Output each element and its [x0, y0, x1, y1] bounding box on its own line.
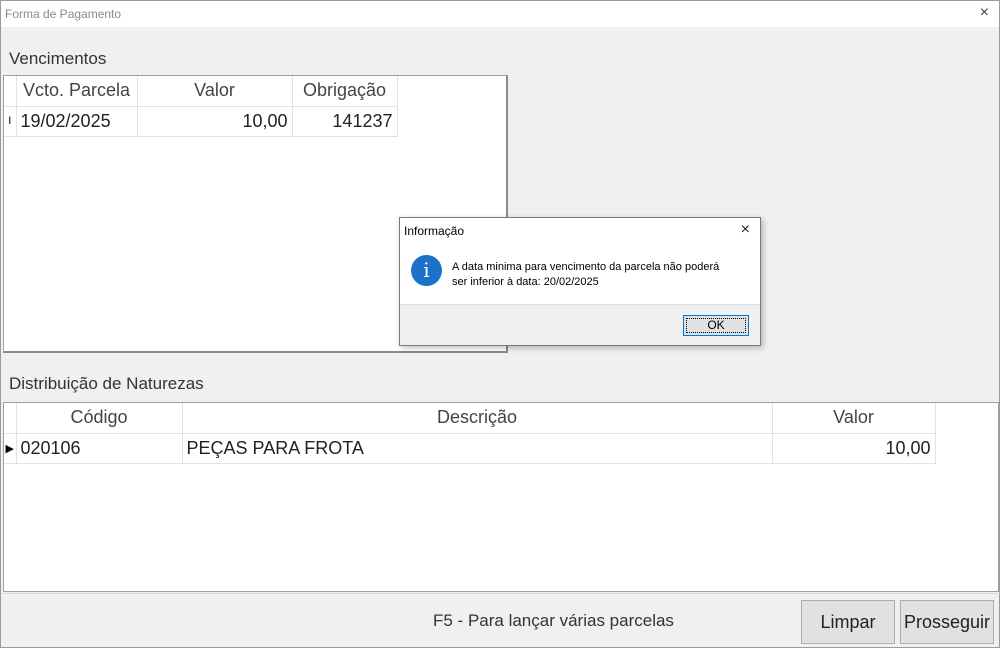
vencimentos-label: Vencimentos: [9, 49, 107, 68]
dialog-message-line: A data minima para vencimento da parcela…: [452, 261, 720, 273]
dialog-title: Informação: [404, 224, 465, 238]
column-header-valor[interactable]: Valor: [772, 403, 936, 434]
information-dialog: Informação × i A data minima para vencim…: [399, 217, 761, 346]
column-header-codigo[interactable]: Código: [16, 403, 183, 434]
row-indicator-header: [4, 76, 17, 107]
dialog-footer: OK: [400, 304, 760, 345]
info-icon: i: [411, 255, 442, 286]
close-icon[interactable]: ×: [741, 221, 750, 239]
cell-obrigacao[interactable]: 141237: [292, 106, 398, 137]
column-header-vcto[interactable]: Vcto. Parcela: [16, 76, 138, 107]
f5-hint-text: F5 - Para lançar várias parcelas: [433, 611, 674, 630]
dialog-message: A data minima para vencimento da parcela…: [452, 260, 752, 290]
vencimentos-header-row: Vcto. Parcela Valor Obrigação: [4, 76, 398, 107]
distribuicao-header-row: Código Descrição Valor: [4, 403, 936, 434]
dialog-message-line: ser inferior à data: 20/02/2025: [452, 276, 599, 288]
row-indicator-header: [4, 403, 17, 434]
limpar-button[interactable]: Limpar: [801, 600, 895, 644]
row-selector-arrow-icon: ▶: [4, 433, 17, 464]
window-title: Forma de Pagamento: [5, 7, 122, 21]
cell-vcto[interactable]: 19/02/2025: [16, 106, 138, 137]
distribuicao-label: Distribuição de Naturezas: [9, 374, 204, 393]
close-icon[interactable]: ×: [980, 4, 989, 22]
distribuicao-grid[interactable]: Código Descrição Valor ▶ 020106 PEÇAS PA…: [3, 402, 999, 592]
cell-valor[interactable]: 10,00: [772, 433, 936, 464]
vencimentos-table: Vcto. Parcela Valor Obrigação I 19/02/20…: [4, 76, 398, 137]
column-header-obrigacao[interactable]: Obrigação: [292, 76, 398, 107]
bottom-bar: F5 - Para lançar várias parcelas Limpar …: [2, 593, 1000, 647]
table-row[interactable]: I 19/02/2025 10,00 141237: [4, 106, 398, 137]
prosseguir-button[interactable]: Prosseguir: [900, 600, 994, 644]
table-row[interactable]: ▶ 020106 PEÇAS PARA FROTA 10,00: [4, 433, 936, 464]
distribuicao-table: Código Descrição Valor ▶ 020106 PEÇAS PA…: [4, 403, 936, 464]
cell-valor[interactable]: 10,00: [137, 106, 293, 137]
column-header-descricao[interactable]: Descrição: [182, 403, 773, 434]
cell-descricao[interactable]: PEÇAS PARA FROTA: [182, 433, 773, 464]
column-header-valor[interactable]: Valor: [137, 76, 293, 107]
payment-form-window: Forma de Pagamento × Vencimentos Vcto. P…: [0, 0, 1000, 648]
text-cursor-indicator: I: [4, 106, 17, 137]
ok-button[interactable]: OK: [683, 315, 749, 336]
title-bar: Forma de Pagamento ×: [1, 1, 999, 27]
cell-codigo[interactable]: 020106: [16, 433, 183, 464]
